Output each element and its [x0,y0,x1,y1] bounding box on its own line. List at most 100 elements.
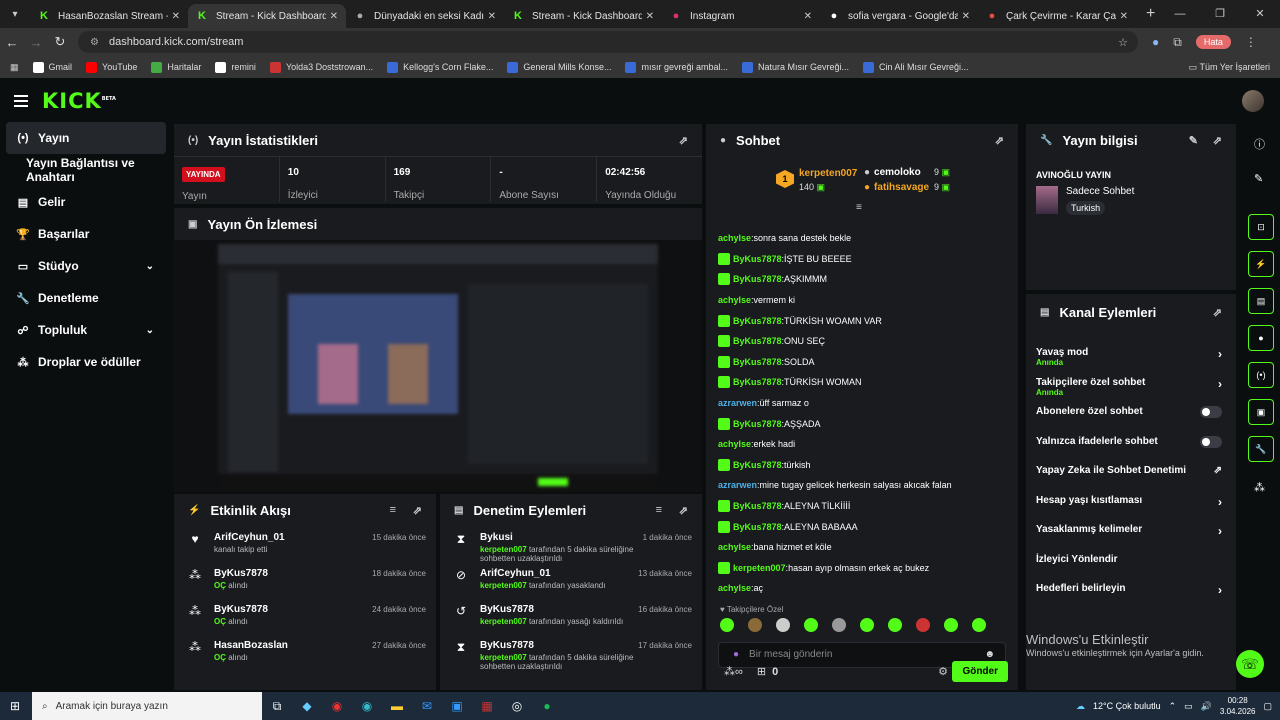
emote-icon[interactable] [944,617,958,632]
maximize-icon[interactable]: ❐ [1200,0,1240,28]
profile-error-button[interactable]: Hata [1195,35,1231,49]
channel-action[interactable]: İzleyici Yönlendir [1026,545,1236,575]
bookmark-item[interactable]: Gmail [32,61,72,73]
popout-icon[interactable]: ⇗ [1213,134,1222,147]
close-window-icon[interactable]: ✕ [1240,0,1280,28]
sidebar-item[interactable]: ☍ Topluluk ⌄ [0,314,172,346]
close-tab-icon[interactable]: ✕ [488,11,496,22]
tab-search-icon[interactable]: ▾ [4,3,26,25]
emote-icon[interactable] [916,617,930,632]
extension-icon[interactable]: ● [1152,35,1159,49]
mod-target-user[interactable]: Bykusi [480,532,670,543]
rail-button-2[interactable]: ⚡ [1248,251,1274,277]
store-icon[interactable]: ▣ [442,699,472,713]
chat-username[interactable]: kerpeten007 [733,563,786,573]
rail-button-5[interactable]: (•) [1248,362,1274,388]
mic-icon[interactable]: ● [733,649,739,660]
copilot-icon[interactable]: ◆ [292,699,322,713]
avatar[interactable] [1242,90,1264,112]
obs-icon[interactable]: ◎ [502,699,532,713]
rail-button-4[interactable]: ● [1248,325,1274,351]
emote-icon[interactable] [972,617,986,632]
stream-preview-video[interactable] [218,244,658,492]
chat-username[interactable]: ByKus7878 [733,254,782,264]
browser-tab[interactable]: ● Dünyadaki en seksi Kadın kim ✕ [346,4,504,28]
chat-username[interactable]: ByKus7878 [733,357,782,367]
toggle-switch[interactable] [1200,435,1222,448]
bookmark-item[interactable]: mısır gevreği ambal... [625,61,728,73]
sidebar-item[interactable]: 🏆 Başarılar [0,218,172,250]
menu-dots-icon[interactable]: ⋮ [1245,35,1257,49]
popout-icon[interactable]: ⇗ [413,504,422,517]
chat-username[interactable]: achylse [718,583,751,593]
sidebar-item[interactable]: ▤ Gelir [0,186,172,218]
chat-username[interactable]: achylse [718,295,751,305]
browser-tab[interactable]: ● Çark Çevirme - Karar Çarkı! ✕ [978,4,1136,28]
taskbar-search[interactable]: ⌕ Aramak için buraya yazın [32,692,262,720]
rail-button-6[interactable]: ▣ [1248,399,1274,425]
filter-icon[interactable]: ≡ [656,504,662,516]
chat-username[interactable]: ByKus7878 [733,336,782,346]
site-info-icon[interactable]: ⚙ [90,37,99,48]
toggle-switch[interactable] [1200,406,1222,418]
drops-infinity-icon[interactable]: ⁂∞ [724,665,743,678]
task-view-icon[interactable]: ⧉ [262,699,292,714]
chat-username[interactable]: ByKus7878 [733,274,782,284]
channel-action[interactable]: Abonelere özel sohbet [1026,397,1236,427]
reload-icon[interactable]: ↻ [48,34,72,50]
info-icon[interactable]: ⓘ [1254,136,1265,152]
browser-tab[interactable]: K Stream - Kick Dashboard ✕ [504,4,662,28]
sidebar-item[interactable]: (•) Yayın [6,122,166,154]
new-tab-button[interactable]: + [1146,5,1155,23]
chat-username[interactable]: ByKus7878 [733,522,782,532]
extensions-puzzle-icon[interactable]: ⧉ [1173,35,1182,50]
channel-action[interactable]: Yasaklanmış kelimeler › [1026,515,1236,545]
bookmark-item[interactable]: General Mills Konse... [507,61,611,73]
collapse-pinned-icon[interactable]: ≡ [856,202,862,213]
bookmark-item[interactable]: Yolda3 Doststrowan... [269,61,373,73]
close-tab-icon[interactable]: ✕ [172,11,180,22]
chat-username[interactable]: achylse [718,439,751,449]
bookmark-item[interactable]: Kellogg's Corn Flake... [387,61,493,73]
channel-action[interactable]: Takipçilere özel sohbet Anında › [1026,368,1236,398]
bookmark-item[interactable]: Cin Ali Mısır Gevreği... [863,61,969,73]
edit-icon[interactable]: ✎ [1189,134,1198,147]
chat-username[interactable]: ByKus7878 [733,316,782,326]
emote-icon[interactable] [720,617,734,632]
tray-arrow-icon[interactable]: ⌃ [1169,701,1177,712]
drops-icon[interactable]: ⁂ [1254,481,1265,494]
network-icon[interactable]: ▭ [1184,701,1193,712]
volume-icon[interactable]: 🔊 [1201,701,1212,712]
emote-icon[interactable] [776,617,790,632]
emoji-icon[interactable]: ☻ [984,649,995,660]
mail-icon[interactable]: ✉ [412,699,442,713]
emote-icon[interactable] [832,617,846,632]
chat-username[interactable]: achylse [718,233,751,243]
category-name[interactable]: Sadece Sohbet [1066,186,1134,197]
chat-username[interactable]: ByKus7878 [733,377,782,387]
all-bookmarks[interactable]: ▭ Tüm Yer İşaretleri [1189,62,1270,73]
top-gifter-3[interactable]: fatihsavage [874,182,929,193]
bookmark-item[interactable]: YouTube [86,61,137,73]
close-tab-icon[interactable]: ✕ [1120,11,1128,22]
close-tab-icon[interactable]: ✕ [646,11,654,22]
bookmark-item[interactable]: Haritalar [151,61,201,73]
popout-icon[interactable]: ⇗ [679,134,688,147]
popout-icon[interactable]: ⇗ [1213,306,1222,319]
chrome-icon[interactable]: ◉ [322,699,352,713]
bookmark-item[interactable]: Natura Mısır Gevreği... [742,61,849,73]
windows-start-icon[interactable]: ⊞ [10,699,20,713]
emote-icon[interactable] [888,617,902,632]
help-chat-icon[interactable]: ☏ [1236,650,1264,678]
popout-icon[interactable]: ⇗ [679,504,688,517]
sidebar-item[interactable]: Yayın Bağlantısı ve Anahtarı [0,154,172,186]
minimize-icon[interactable]: — [1160,0,1200,28]
back-icon[interactable]: ← [0,35,24,50]
rail-button-1[interactable]: ⊡ [1248,214,1274,240]
bookmark-star-icon[interactable]: ☆ [1118,36,1128,49]
top-gifter-2[interactable]: cemoloko [874,167,921,178]
edit-icon[interactable]: ✎ [1254,172,1263,185]
forward-icon[interactable]: → [24,35,48,50]
sidebar-item[interactable]: 🔧 Denetleme [0,282,172,314]
activity-user[interactable]: HasanBozaslan [214,640,288,651]
